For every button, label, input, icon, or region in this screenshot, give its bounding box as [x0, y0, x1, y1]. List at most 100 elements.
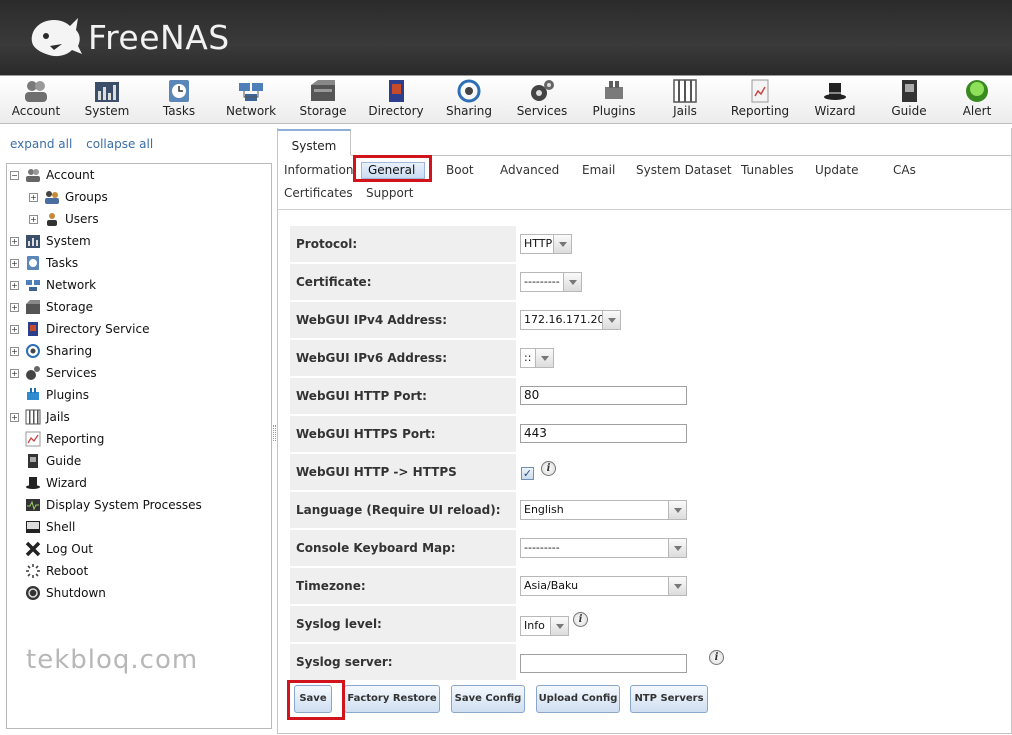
toolbar-tasks[interactable]: Tasks: [143, 79, 215, 118]
subtab-information[interactable]: Information: [284, 163, 353, 177]
tree-item-network[interactable]: + Network: [10, 275, 96, 295]
storage-icon: [311, 80, 335, 101]
expand-icon[interactable]: +: [10, 412, 19, 422]
toolbar-account[interactable]: Account: [0, 79, 72, 118]
subtab-update[interactable]: Update: [815, 163, 858, 177]
info-icon[interactable]: i: [573, 612, 588, 627]
expand-icon[interactable]: +: [10, 258, 19, 268]
toolbar-wizard[interactable]: Wizard: [799, 79, 871, 118]
http-port-input[interactable]: 80: [520, 386, 687, 405]
subtab-advanced[interactable]: Advanced: [500, 163, 559, 177]
tree-item-wizard[interactable]: Wizard: [10, 473, 87, 493]
header-bar: FreeNAS: [0, 0, 1012, 75]
certificate-select[interactable]: ---------: [520, 272, 582, 292]
chevron-down-icon: [535, 349, 553, 367]
tree-item-log-out[interactable]: Log Out: [10, 539, 93, 559]
tree-item-users[interactable]: + Users: [29, 209, 99, 229]
toolbar-services[interactable]: Services: [506, 79, 578, 118]
tree-item-jails[interactable]: + Jails: [10, 407, 70, 427]
subtab-boot[interactable]: Boot: [446, 163, 474, 177]
tree-item-reporting[interactable]: Reporting: [10, 429, 104, 449]
toolbar-system[interactable]: System: [71, 79, 143, 118]
syslog-level-select[interactable]: Info: [520, 616, 569, 636]
tree-item-storage[interactable]: + Storage: [10, 297, 93, 317]
tree-controls: expand all collapse all: [10, 137, 163, 151]
chevron-down-icon: [668, 539, 686, 557]
expand-icon[interactable]: +: [29, 214, 38, 224]
info-icon[interactable]: i: [541, 461, 556, 476]
factory-restore-button[interactable]: Factory Restore: [344, 685, 440, 713]
subtab-general[interactable]: General: [368, 163, 415, 177]
user-icon: [47, 213, 57, 226]
tree-item-shell[interactable]: Shell: [10, 517, 75, 537]
toolbar-network[interactable]: Network: [215, 79, 287, 118]
https-port-input[interactable]: 443: [520, 424, 687, 443]
expand-icon[interactable]: +: [10, 368, 19, 378]
syslog-level-label: Syslog level:: [290, 606, 516, 642]
toolbar-guide[interactable]: Guide: [873, 79, 945, 118]
syslog-server-input[interactable]: [520, 654, 687, 673]
tree-item-groups[interactable]: + Groups: [29, 187, 108, 207]
subtab-email[interactable]: Email: [582, 163, 615, 177]
panel-splitter[interactable]: [273, 425, 276, 441]
expand-all-link[interactable]: expand all: [10, 137, 72, 151]
toolbar-storage[interactable]: Storage: [287, 79, 359, 118]
subtab-cas[interactable]: CAs: [893, 163, 916, 177]
subtab-certificates[interactable]: Certificates: [284, 186, 353, 200]
tree-item-display-system-processes[interactable]: Display System Processes: [10, 495, 202, 515]
tree-item-sharing[interactable]: + Sharing: [10, 341, 92, 361]
toolbar-jails[interactable]: Jails: [649, 79, 721, 118]
redirect-checkbox[interactable]: ✓: [521, 467, 534, 480]
ipv6-label: WebGUI IPv6 Address:: [290, 340, 516, 376]
language-select[interactable]: English: [520, 500, 687, 520]
network-icon: [239, 83, 263, 101]
sharing-icon: [457, 79, 481, 103]
timezone-select[interactable]: Asia/Baku: [520, 576, 687, 596]
account-icon: [25, 81, 47, 102]
protocol-select[interactable]: HTTP: [520, 234, 572, 254]
tree-item-reboot[interactable]: Reboot: [10, 561, 88, 581]
brand-name: FreeNAS: [88, 17, 230, 57]
collapse-all-link[interactable]: collapse all: [86, 137, 153, 151]
subtab-support[interactable]: Support: [366, 186, 413, 200]
info-icon[interactable]: i: [709, 650, 724, 665]
processes-icon: [26, 499, 40, 511]
reporting-icon: [751, 79, 769, 103]
expand-icon[interactable]: +: [10, 346, 19, 356]
chevron-down-icon: [602, 311, 620, 329]
expand-icon[interactable]: +: [10, 236, 19, 246]
tree-item-services[interactable]: + Services: [10, 363, 97, 383]
tree-item-system[interactable]: + System: [10, 231, 91, 251]
ipv6-select[interactable]: ::: [520, 348, 554, 368]
logout-icon: [25, 541, 41, 557]
save-button[interactable]: Save: [294, 685, 332, 713]
expand-icon[interactable]: +: [29, 192, 38, 202]
expand-icon[interactable]: +: [10, 302, 19, 312]
tree-item-account[interactable]: − Account: [10, 165, 94, 185]
keymap-select[interactable]: ---------: [520, 538, 687, 558]
tree-item-tasks[interactable]: + Tasks: [10, 253, 78, 273]
keymap-label: Console Keyboard Map:: [290, 530, 516, 566]
ntp-servers-button[interactable]: NTP Servers: [630, 685, 708, 713]
tree-item-plugins[interactable]: Plugins: [10, 385, 89, 405]
subtab-tunables[interactable]: Tunables: [741, 163, 794, 177]
tree-item-directory-service[interactable]: + Directory Service: [10, 319, 149, 339]
toolbar-sharing[interactable]: Sharing: [433, 79, 505, 118]
toolbar-alert[interactable]: Alert: [941, 79, 1012, 118]
subtab-system-dataset[interactable]: System Dataset: [636, 163, 732, 177]
toolbar-directory[interactable]: Directory: [360, 79, 432, 118]
collapse-icon[interactable]: −: [10, 170, 19, 180]
reporting-icon: [25, 431, 41, 447]
syslog-server-label: Syslog server:: [290, 644, 516, 680]
tab-system[interactable]: System: [277, 129, 351, 155]
guide-icon: [902, 80, 917, 102]
tree-item-guide[interactable]: Guide: [10, 451, 81, 471]
ipv4-select[interactable]: 172.16.171.203: [520, 310, 621, 330]
expand-icon[interactable]: +: [10, 280, 19, 290]
toolbar-reporting[interactable]: Reporting: [724, 79, 796, 118]
upload-config-button[interactable]: Upload Config: [536, 685, 620, 713]
toolbar-plugins[interactable]: Plugins: [578, 79, 650, 118]
save-config-button[interactable]: Save Config: [451, 685, 525, 713]
tree-item-shutdown[interactable]: Shutdown: [10, 583, 106, 603]
expand-icon[interactable]: +: [10, 324, 19, 334]
